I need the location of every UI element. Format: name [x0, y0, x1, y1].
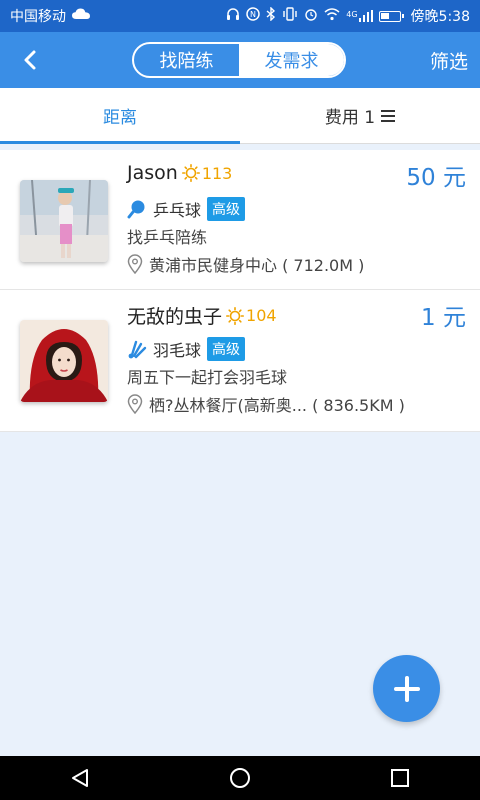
- filter-button[interactable]: 筛选: [430, 47, 468, 74]
- location-row: 黄浦市民健身中心 ( 712.0M ): [127, 252, 364, 276]
- wifi-icon: [324, 7, 340, 25]
- system-navigation-bar: [0, 756, 480, 800]
- avatar: [20, 180, 108, 262]
- plus-icon: [393, 675, 420, 702]
- sport-name: 乒乓球: [153, 201, 202, 220]
- add-request-button[interactable]: [373, 655, 440, 722]
- tab-fee-label: 费用 1: [324, 108, 376, 128]
- status-bar: 中国移动 N 4G 傍晚5:38: [0, 0, 480, 32]
- tab-distance-label: 距离: [103, 108, 137, 128]
- ping-pong-paddle-icon: [127, 200, 145, 219]
- location-pin-icon: [127, 394, 143, 414]
- tab-fee[interactable]: 费用 1: [240, 88, 480, 143]
- location-pin-icon: [127, 254, 143, 274]
- location-row: 栖?丛林餐厅(高新奥... ( 836.5KM ): [127, 392, 405, 416]
- points-badge: 113: [181, 163, 233, 183]
- points-value: 113: [201, 163, 233, 183]
- sort-tabs: 距离 费用 1: [0, 88, 480, 144]
- mode-segmented-control: 找陪练 发需求: [131, 42, 346, 78]
- back-button[interactable]: [12, 42, 48, 78]
- signal-icon: 4G: [346, 10, 373, 22]
- battery-icon: [378, 10, 404, 22]
- triangle-back-icon: [72, 769, 88, 787]
- points-value: 104: [246, 306, 277, 325]
- nav-back-button[interactable]: [60, 758, 100, 798]
- alarm-icon: [304, 7, 318, 25]
- level-badge: 高级: [207, 337, 246, 361]
- sort-list-icon: [381, 109, 396, 122]
- price-label: 1 元: [421, 305, 466, 331]
- request-list: Jason 113 50 元 乒乓球 高级 找乒乓陪练 黄浦市民健身中心 ( 7…: [0, 150, 480, 432]
- nav-home-button[interactable]: [220, 758, 260, 798]
- user-name: 无敌的虫子: [127, 306, 223, 328]
- square-recents-icon: [391, 769, 409, 787]
- carrier-label: 中国移动: [10, 9, 66, 25]
- request-description: 找乒乓陪练: [127, 228, 208, 247]
- price-label: 50 元: [406, 165, 466, 191]
- sun-icon: [181, 164, 200, 182]
- svg-text:N: N: [250, 10, 256, 19]
- app-bar: 找陪练 发需求 筛选: [0, 32, 480, 88]
- name-row: 无敌的虫子 104: [127, 302, 277, 329]
- sport-row: 羽毛球 高级: [127, 337, 246, 361]
- user-name: Jason: [127, 162, 178, 184]
- tab-distance[interactable]: 距离: [0, 88, 240, 144]
- segment-find-partner[interactable]: 找陪练: [134, 44, 239, 76]
- cloud-icon: [72, 8, 90, 24]
- circle-home-icon: [230, 768, 250, 788]
- segment-post-request[interactable]: 发需求: [238, 44, 344, 76]
- request-description: 周五下一起打会羽毛球: [127, 368, 288, 387]
- nfc-icon: N: [246, 7, 260, 25]
- sun-icon: [226, 306, 245, 325]
- nav-recents-button[interactable]: [380, 758, 420, 798]
- chevron-left-icon: [24, 50, 36, 70]
- sport-name: 羽毛球: [153, 341, 202, 360]
- network-type-label: 4G: [346, 10, 358, 19]
- headset-icon: [226, 7, 240, 25]
- bluetooth-icon: [266, 6, 276, 25]
- name-row: Jason 113: [127, 162, 232, 184]
- vibrate-icon: [282, 7, 298, 25]
- list-item[interactable]: 无敌的虫子 104 1 元 羽毛球 高级 周五下一起打会羽毛球 栖?丛林餐厅(高…: [0, 290, 480, 432]
- sport-row: 乒乓球 高级: [127, 197, 246, 221]
- clock-label: 傍晚5:38: [410, 9, 470, 25]
- location-text: 黄浦市民健身中心 ( 712.0M ): [149, 256, 365, 275]
- points-badge: 104: [226, 306, 277, 325]
- location-text: 栖?丛林餐厅(高新奥... ( 836.5KM ): [149, 396, 405, 415]
- level-badge: 高级: [207, 197, 246, 221]
- list-item[interactable]: Jason 113 50 元 乒乓球 高级 找乒乓陪练 黄浦市民健身中心 ( 7…: [0, 150, 480, 290]
- avatar: [20, 320, 108, 402]
- shuttlecock-icon: [128, 340, 147, 359]
